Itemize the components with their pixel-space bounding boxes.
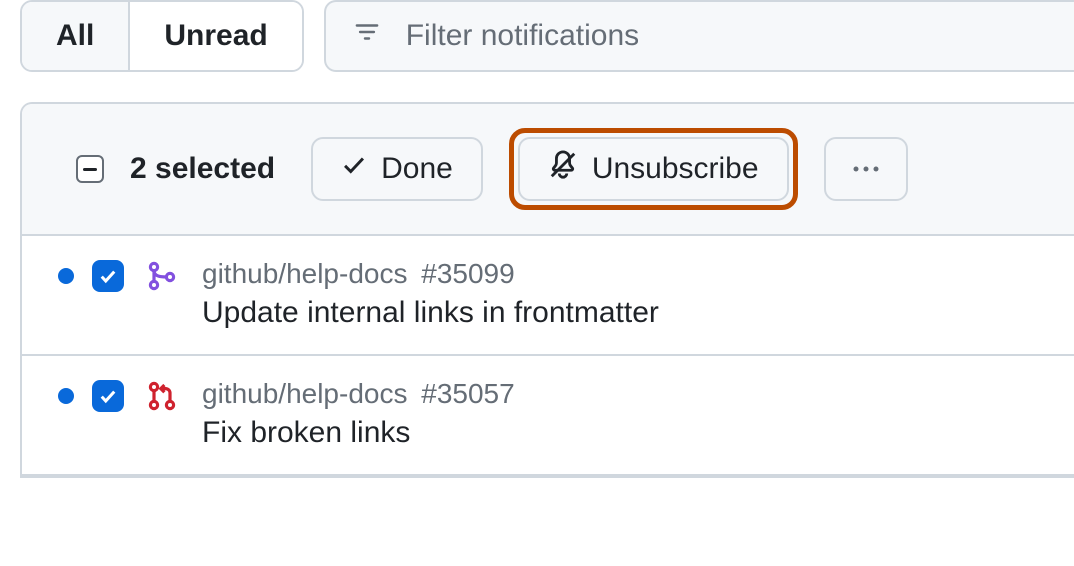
row-checkbox[interactable]: [92, 260, 124, 292]
checkmark-icon: [98, 386, 118, 406]
select-all-checkbox[interactable]: [76, 155, 104, 183]
unsubscribe-label: Unsubscribe: [592, 152, 759, 186]
filter-icon: [354, 21, 380, 52]
list-item[interactable]: github/help-docs #35099 Update internal …: [22, 236, 1074, 356]
row-content: github/help-docs #35057 Fix broken links: [202, 378, 515, 450]
selection-toolbar: 2 selected Done Unsubscribe: [22, 104, 1074, 236]
notification-title[interactable]: Fix broken links: [202, 416, 515, 450]
tab-all[interactable]: All: [22, 2, 128, 70]
row-checkbox[interactable]: [92, 380, 124, 412]
tab-unread[interactable]: Unread: [128, 2, 301, 70]
check-icon: [341, 152, 367, 186]
issue-number: #35057: [421, 378, 514, 409]
top-bar: All Unread: [0, 0, 1074, 72]
filter-input[interactable]: [404, 18, 1050, 54]
notifications-panel: 2 selected Done Unsubscribe: [20, 102, 1074, 478]
bell-slash-icon: [548, 150, 578, 188]
unread-indicator-icon: [58, 268, 74, 284]
issue-number: #35099: [421, 258, 514, 289]
selected-count: 2 selected: [130, 152, 275, 186]
unsubscribe-highlight: Unsubscribe: [509, 128, 798, 210]
kebab-icon: [852, 160, 880, 178]
repo-reference[interactable]: github/help-docs #35099: [202, 258, 659, 290]
repo-reference[interactable]: github/help-docs #35057: [202, 378, 515, 410]
more-actions-button[interactable]: [824, 137, 908, 201]
indeterminate-icon: [83, 168, 97, 171]
checkmark-icon: [98, 266, 118, 286]
git-pull-request-icon: [146, 380, 178, 412]
unread-indicator-icon: [58, 388, 74, 404]
repo-name: github/help-docs: [202, 378, 407, 409]
done-label: Done: [381, 152, 453, 186]
git-merge-icon: [146, 260, 178, 292]
inbox-tabs: All Unread: [20, 0, 304, 72]
row-content: github/help-docs #35099 Update internal …: [202, 258, 659, 330]
notification-list: github/help-docs #35099 Update internal …: [22, 236, 1074, 476]
notification-title[interactable]: Update internal links in frontmatter: [202, 296, 659, 330]
done-button[interactable]: Done: [311, 137, 483, 201]
filter-container[interactable]: [324, 0, 1074, 72]
unsubscribe-button[interactable]: Unsubscribe: [518, 137, 789, 201]
list-item[interactable]: github/help-docs #35057 Fix broken links: [22, 356, 1074, 476]
repo-name: github/help-docs: [202, 258, 407, 289]
